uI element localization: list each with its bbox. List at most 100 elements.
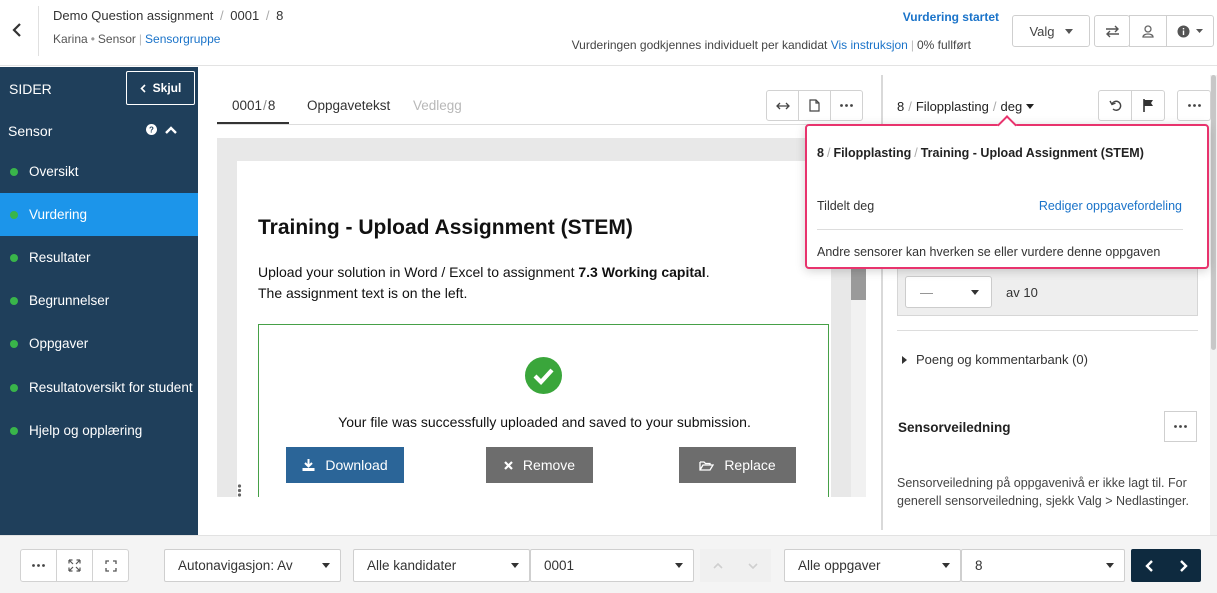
show-instructions-link[interactable]: Vis instruksjon [831,38,908,52]
remove-label: Remove [522,457,576,473]
instruction-end: . [705,264,710,280]
content-toolbar [766,90,863,121]
prev-next-navigation [1131,549,1201,582]
status-dot-icon [10,339,18,348]
drag-handle-icon[interactable] [237,484,242,497]
task-assignee: deg [1000,99,1023,114]
candidate-select[interactable]: 0001 [530,549,694,582]
submission-viewer[interactable]: Training - Upload Assignment (STEM) Uplo… [217,138,851,497]
user-icon [1142,24,1154,38]
sensor-group-link[interactable]: Sensorgruppe [145,32,220,46]
submission-instructions: Upload your solution in Word / Excel to … [258,262,710,304]
switch-view-button[interactable] [1094,15,1130,47]
user-button[interactable] [1129,15,1167,47]
edit-assignment-link[interactable]: Rediger oppgavefordeling [1039,199,1182,213]
more-options-button[interactable] [830,90,863,121]
scrollbar-thumb[interactable] [1211,75,1216,350]
caret-down-icon [511,563,519,568]
replace-button[interactable]: Replace [679,447,796,483]
bar-separator: | [910,38,914,52]
sensor-name: Karina [53,32,88,46]
more-button[interactable] [20,549,57,582]
expand-button[interactable] [56,549,93,582]
task-more-button[interactable] [1177,90,1211,121]
bar-separator: | [138,32,143,46]
top-header: Demo Question assignment / 0001 / 8 Kari… [0,0,1217,66]
status-dot-icon [10,426,18,435]
tab-attachments: Vedlegg [413,98,462,113]
info-dropdown[interactable] [1166,15,1214,47]
remove-button[interactable]: Remove [486,447,593,483]
autonav-value: Autonavigasjon: Av [178,558,293,573]
options-dropdown[interactable]: Valg [1012,15,1090,47]
swap-arrows-icon [1105,25,1119,37]
download-button[interactable]: Download [286,447,404,483]
flag-button[interactable] [1131,90,1165,121]
title-separator: / [908,99,912,114]
undo-icon [1108,100,1121,111]
sidebar-item-vurdering[interactable]: Vurdering [0,193,198,236]
sidebar-item-begrunnelser[interactable]: Begrunnelser [0,279,198,322]
folder-open-icon [699,460,715,471]
status-dot-icon [10,167,18,176]
sidebar-item-oversikt[interactable]: Oversikt [0,150,198,193]
task-selector[interactable]: 8 / Filopplasting / deg [897,99,1035,114]
task-toolbar [1098,90,1211,121]
popover-task-title: Training - Upload Assignment (STEM) [920,146,1144,160]
tab-task-text[interactable]: Oppgavetekst [307,98,390,113]
sidebar-item-oppgaver[interactable]: Oppgaver [0,322,198,365]
popover-title: 8/Filopplasting / Training - Upload Assign… [817,146,1144,160]
next-icon[interactable] [1179,559,1188,572]
info-icon [1177,25,1190,37]
candidate-number: 0001 [230,8,260,23]
hide-sidebar-button[interactable]: Skjul [126,71,195,105]
task-value: 8 [975,558,983,573]
score-value: — [920,284,933,300]
tasks-filter-select[interactable]: Alle oppgaver [784,549,961,582]
replace-label: Replace [724,457,776,473]
approval-text: Vurderingen godkjennes individuelt per k… [571,38,828,52]
title-separator: / [826,146,831,160]
chevron-up-icon[interactable] [165,125,177,134]
tab-candidate[interactable]: 0001/8 [217,98,290,124]
document-view-button[interactable] [798,90,831,121]
candidate-value: 0001 [544,558,575,573]
expand-width-button[interactable] [766,90,799,121]
close-icon [504,460,513,470]
candidates-filter-select[interactable]: Alle kandidater [353,549,530,582]
caret-down-icon [1196,29,1203,33]
score-panel: — av 10 [897,268,1198,316]
sidebar-title: SIDER [9,81,52,97]
tab-candidate-label: 0001 [232,98,263,113]
score-max: av 10 [1006,285,1038,300]
sidebar-item-student-results[interactable]: Resultatoversikt for student [0,366,198,409]
back-button[interactable] [0,0,34,60]
help-icon[interactable]: ? [146,124,157,135]
status-dot-icon [10,296,18,305]
task-select[interactable]: 8 [961,549,1125,582]
sidebar-item-label: Resultater [29,250,91,265]
upload-status-box: Your file was successfully uploaded and … [258,324,829,497]
sidebar-item-resultater[interactable]: Resultater [0,236,198,279]
question-number: 8 [276,8,284,23]
sensor-info: Karina • Sensor | Sensorgruppe [53,32,220,46]
scrollbar-thumb[interactable] [851,268,866,300]
guide-more-button[interactable] [1164,411,1197,442]
fullscreen-button[interactable] [92,549,129,582]
assignment-reference: 7.3 Working capital [578,264,706,280]
svg-text:?: ? [149,126,154,135]
undo-button[interactable] [1098,90,1132,121]
comment-bank-toggle[interactable]: Poeng og kommentarbank (0) [902,352,1088,367]
breadcrumb-separator: / [265,8,270,23]
score-select[interactable]: — [905,276,992,308]
expand-arrows-icon [68,559,81,572]
assignment-title[interactable]: Demo Question assignment [53,8,213,23]
assessment-status: Vurdering startet [902,10,999,24]
right-panel-scrollbar[interactable] [1210,75,1217,535]
divider [817,229,1183,230]
sidebar-item-help[interactable]: Hjelp og opplæring [0,409,198,452]
previous-icon[interactable] [1144,559,1153,572]
assignment-breadcrumb: Demo Question assignment / 0001 / 8 [53,8,283,23]
autonav-select[interactable]: Autonavigasjon: Av [164,549,341,582]
sensor-role: Sensor [97,32,136,46]
